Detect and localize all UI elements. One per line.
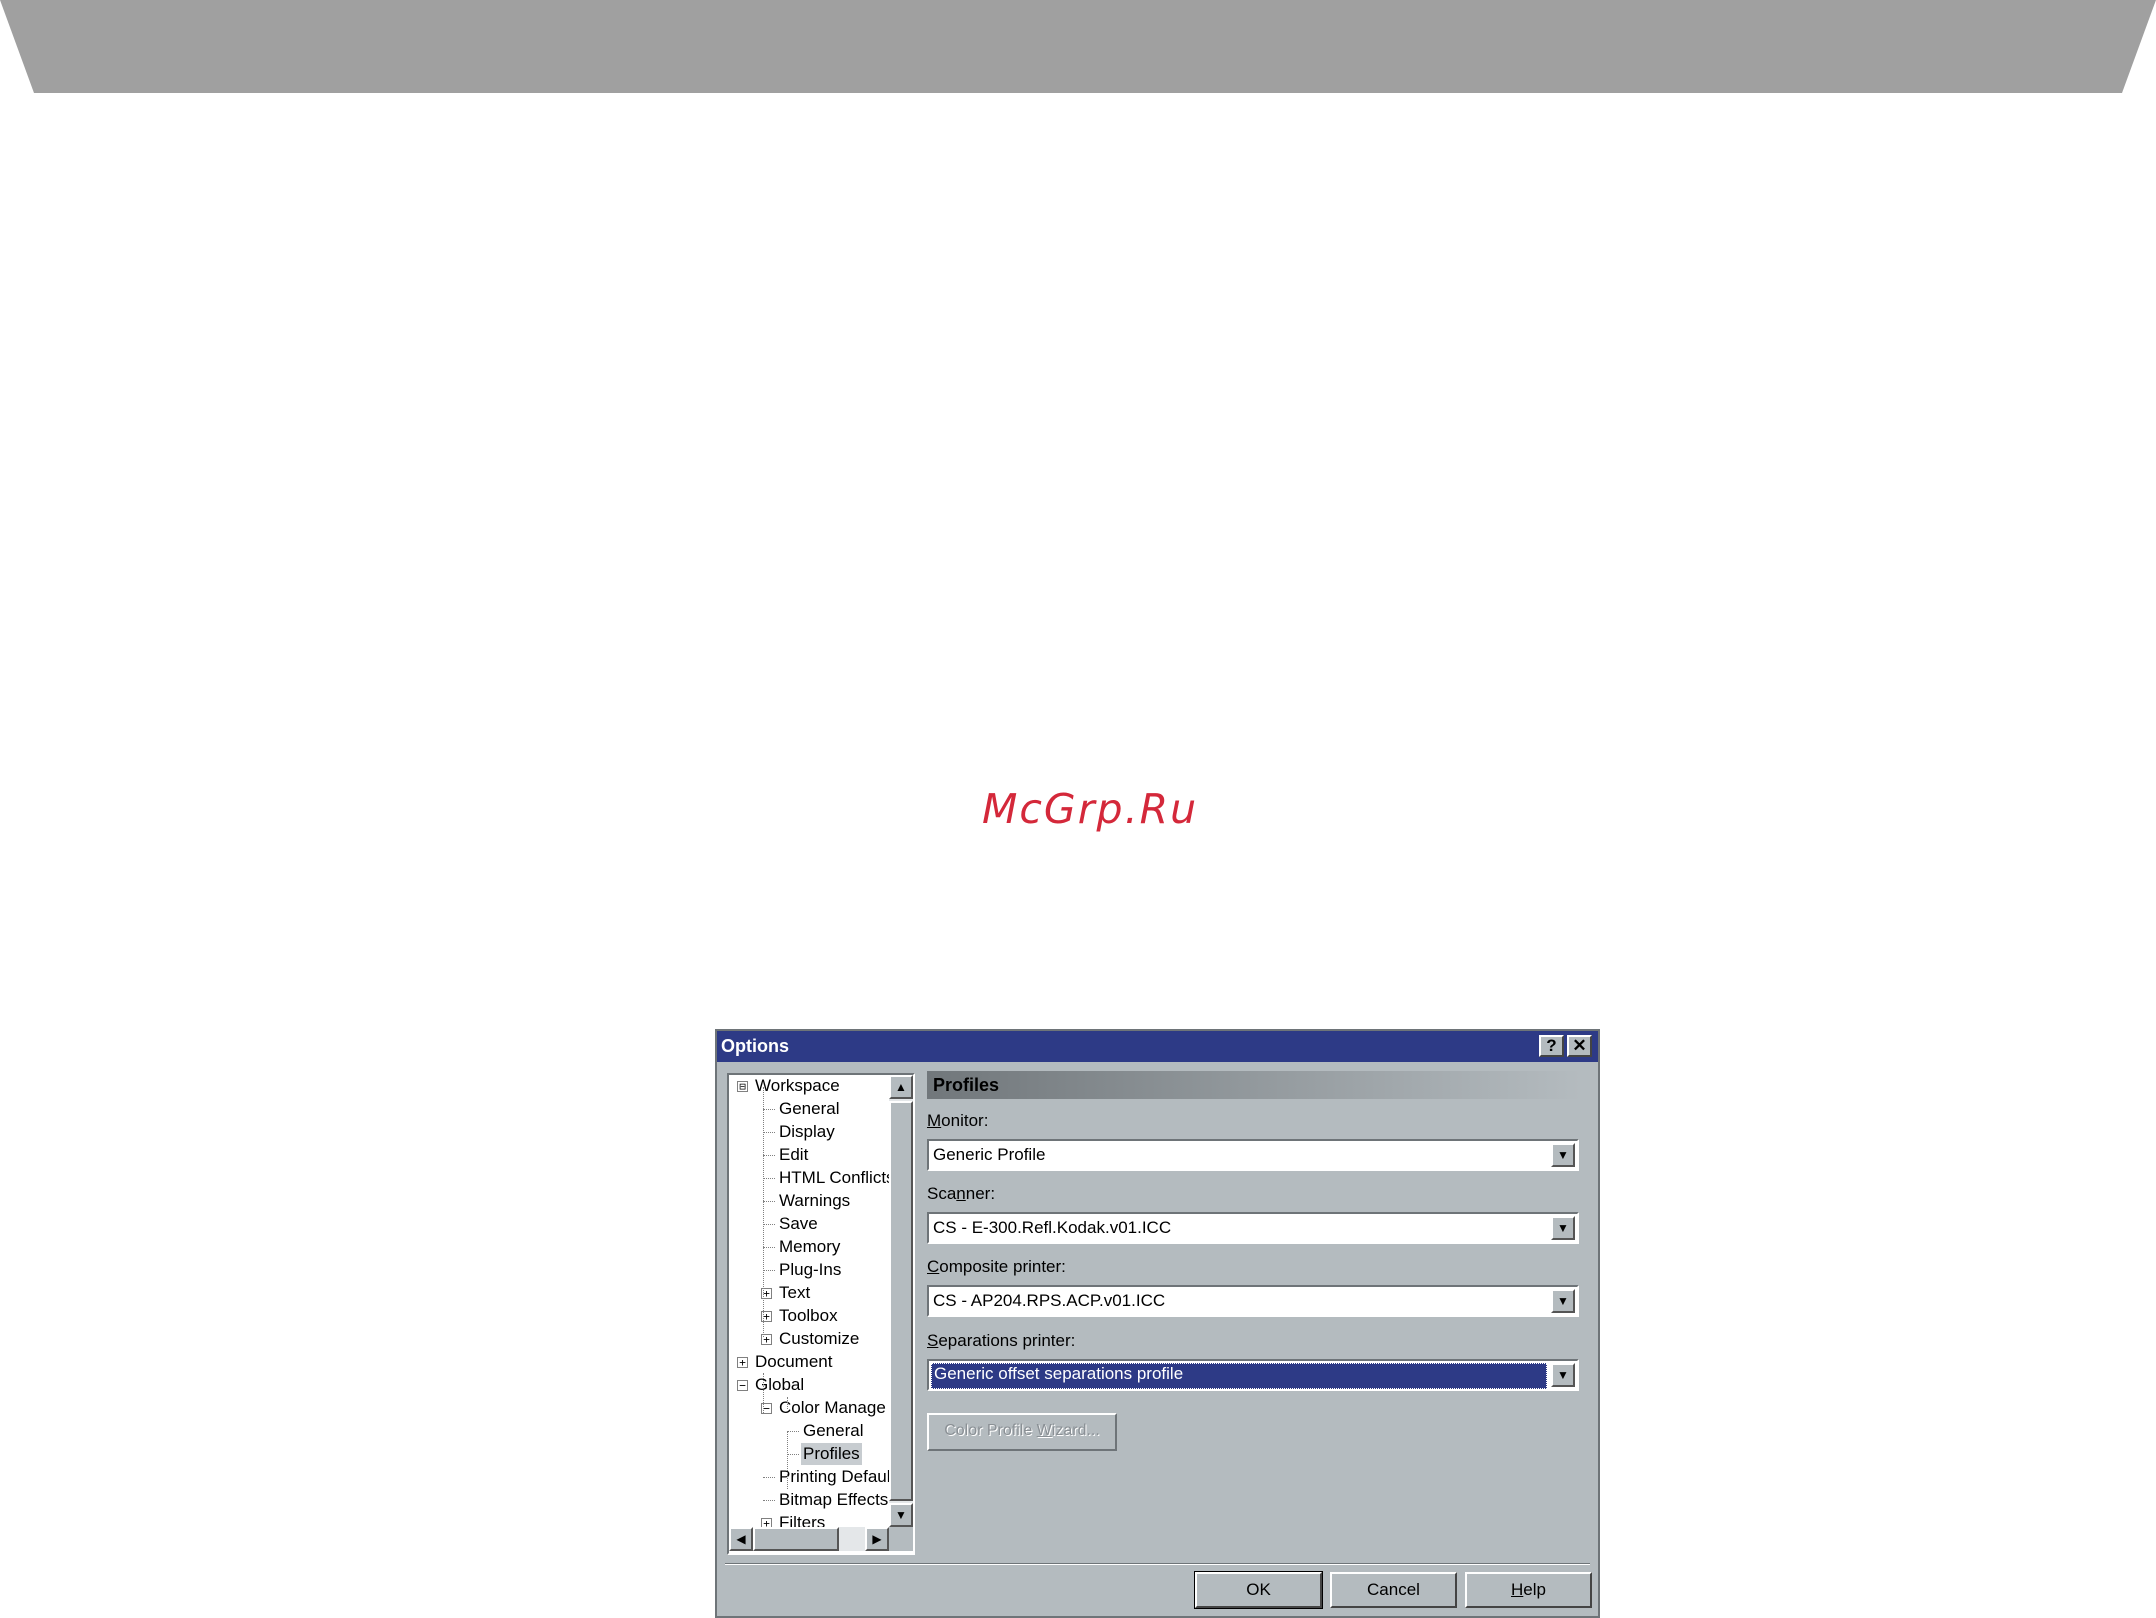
tree-connector <box>763 1500 775 1501</box>
tree-connector <box>763 1201 775 1202</box>
color-profile-wizard-button[interactable]: Color Profile Wizard... <box>927 1413 1117 1451</box>
separations-printer-label: Separations printer: <box>927 1331 1076 1350</box>
scroll-right-arrow-icon[interactable]: ▶ <box>865 1527 889 1551</box>
scroll-down-arrow-icon[interactable]: ▼ <box>889 1503 913 1527</box>
tree-item[interactable]: Text <box>777 1282 812 1304</box>
tree-item[interactable]: Customize <box>777 1328 861 1350</box>
close-icon[interactable]: ✕ <box>1567 1035 1592 1057</box>
options-dialog: Options ? ✕ Workspace ⊟ General Display Edit… <box>715 1029 1600 1618</box>
tree-item[interactable]: Bitmap Effects <box>777 1489 890 1511</box>
tree-expander-icon[interactable]: + <box>737 1357 748 1368</box>
tree-item[interactable]: General <box>801 1420 865 1442</box>
chevron-down-icon[interactable]: ▼ <box>1551 1289 1575 1313</box>
scanner-label: Scanner: <box>927 1184 996 1203</box>
composite-printer-value: CS - AP204.RPS.ACP.v01.ICC <box>933 1291 1166 1310</box>
monitor-value: Generic Profile <box>933 1145 1046 1164</box>
tree-connector <box>763 1178 775 1179</box>
horizontal-scroll-thumb[interactable] <box>753 1527 839 1551</box>
tree-connector <box>763 1132 775 1133</box>
tree-item[interactable]: Profiles <box>801 1443 862 1465</box>
tree-connector <box>763 1224 775 1225</box>
scroll-corner <box>889 1527 913 1551</box>
tree-horizontal-scrollbar[interactable]: ◀ ▶ <box>729 1527 889 1551</box>
dialog-title: Options <box>721 1036 789 1056</box>
tree-connector <box>763 1247 775 1248</box>
tree-connector <box>763 1087 764 1337</box>
tree-item[interactable]: Plug-Ins <box>777 1259 843 1281</box>
tree-item[interactable]: Color Manage <box>777 1397 888 1419</box>
scroll-up-arrow-icon[interactable]: ▲ <box>889 1075 913 1099</box>
tree-item[interactable]: Memory <box>777 1236 842 1258</box>
title-bar: Options ? ✕ <box>717 1031 1598 1062</box>
scanner-value: CS - E-300.Refl.Kodak.v01.ICC <box>933 1218 1172 1237</box>
tree-item[interactable]: Workspace <box>753 1075 842 1097</box>
button-separator <box>725 1563 1590 1565</box>
composite-printer-dropdown[interactable]: CS - AP204.RPS.ACP.v01.ICC ▼ <box>927 1285 1579 1317</box>
tree-item[interactable]: Save <box>777 1213 820 1235</box>
cancel-button[interactable]: Cancel <box>1330 1572 1457 1608</box>
tree-item[interactable]: Document <box>753 1351 834 1373</box>
help-button[interactable]: Help <box>1465 1572 1592 1608</box>
tree-connector <box>787 1397 788 1409</box>
tree-connector <box>763 1477 775 1478</box>
separations-printer-dropdown[interactable]: Generic offset separations profile ▼ <box>927 1359 1579 1391</box>
composite-printer-label: Composite printer: <box>927 1257 1066 1276</box>
tree-item[interactable]: Global <box>753 1374 806 1396</box>
category-tree[interactable]: Workspace ⊟ General Display Edit HTML Conflic… <box>727 1073 915 1555</box>
tree-item[interactable]: Edit <box>777 1144 810 1166</box>
tree-connector <box>787 1454 799 1455</box>
tree-connector <box>787 1431 788 1489</box>
tree-expander-icon[interactable]: − <box>737 1380 748 1391</box>
tree-item[interactable]: Toolbox <box>777 1305 840 1327</box>
tree-connector <box>763 1270 775 1271</box>
tree-connector <box>763 1155 775 1156</box>
tree-item[interactable]: HTML Conflicts <box>777 1167 891 1189</box>
ok-button[interactable]: OK <box>1194 1571 1323 1609</box>
top-banner <box>0 0 2156 93</box>
tree-item[interactable]: Warnings <box>777 1190 852 1212</box>
tree-item[interactable]: General <box>777 1098 841 1120</box>
monitor-dropdown[interactable]: Generic Profile ▼ <box>927 1139 1579 1171</box>
chevron-down-icon[interactable]: ▼ <box>1551 1143 1575 1167</box>
tree-connector <box>763 1109 775 1110</box>
tree-connector <box>787 1431 799 1432</box>
chevron-down-icon[interactable]: ▼ <box>1551 1216 1575 1240</box>
section-header: Profiles <box>927 1071 1581 1099</box>
vertical-scroll-thumb[interactable] <box>889 1101 913 1501</box>
scroll-left-arrow-icon[interactable]: ◀ <box>729 1527 753 1551</box>
tree-expander-icon[interactable]: ⊟ <box>737 1081 748 1092</box>
tree-connector <box>763 1373 764 1413</box>
monitor-label: Monitor: <box>927 1111 989 1130</box>
scanner-dropdown[interactable]: CS - E-300.Refl.Kodak.v01.ICC ▼ <box>927 1212 1579 1244</box>
tree-item[interactable]: Display <box>777 1121 837 1143</box>
help-icon[interactable]: ? <box>1539 1035 1564 1057</box>
tree-item[interactable]: Printing Defaul <box>777 1466 891 1488</box>
chevron-down-icon[interactable]: ▼ <box>1551 1363 1575 1387</box>
tree-vertical-scrollbar[interactable]: ▲ ▼ <box>889 1075 913 1527</box>
separations-printer-value: Generic offset separations profile <box>931 1363 1547 1389</box>
watermark-text: McGrp.Ru <box>982 785 1199 833</box>
